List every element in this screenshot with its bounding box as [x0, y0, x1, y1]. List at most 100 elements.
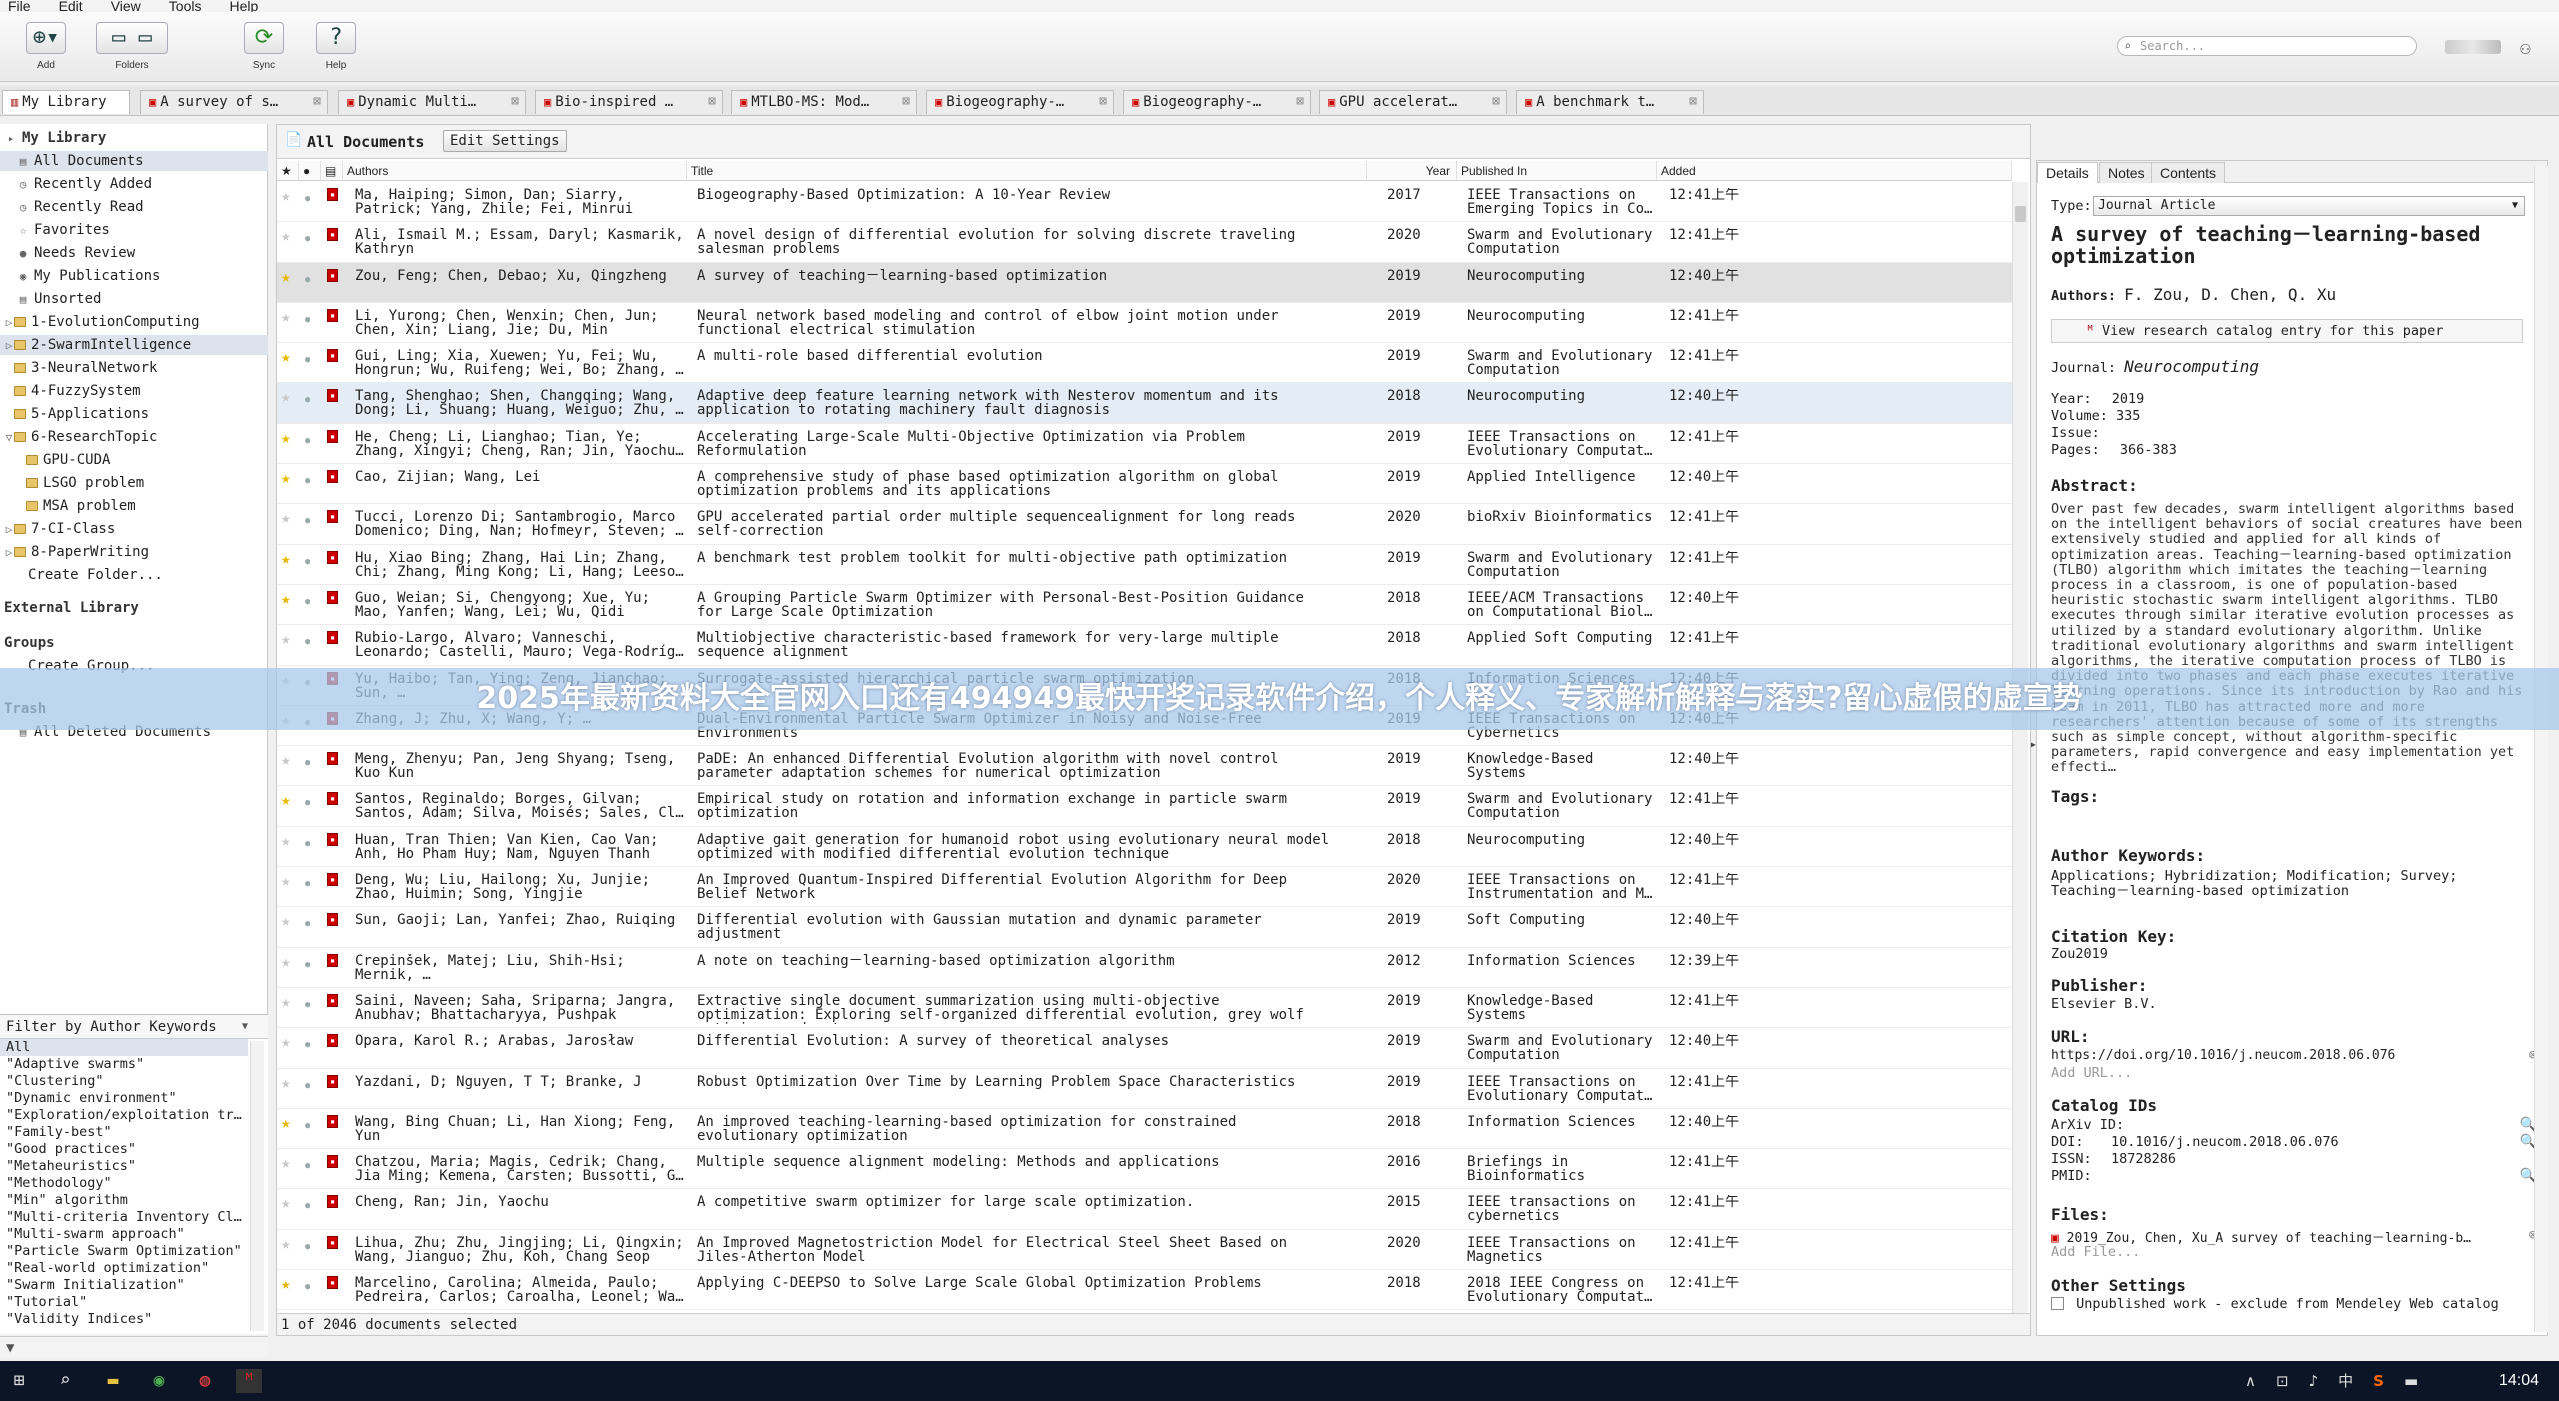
keyword-item[interactable]: "Tutorial": [0, 1294, 248, 1311]
close-icon[interactable]: ⊠: [1099, 91, 1107, 113]
pdf-icon[interactable]: ▪: [327, 228, 338, 242]
sidebar-item-recently-added[interactable]: ◷ Recently Added: [0, 174, 268, 194]
folder-2-swarmintelligence[interactable]: ▷ 2-SwarmIntelligence: [0, 335, 268, 355]
favorite-star-icon[interactable]: ★: [281, 1277, 291, 1291]
keyword-item[interactable]: "Swarm Initialization": [0, 1277, 248, 1294]
table-row[interactable]: ★ ● ▪ Lihua, Zhu; Zhu, Jingjing; Li, Qingxi…: [277, 1230, 2012, 1271]
keywords-value[interactable]: Applications; Hybridization; Modificatio…: [2051, 869, 2521, 899]
year-column[interactable]: Year: [1367, 161, 1457, 181]
pdf-icon[interactable]: ▪: [327, 349, 338, 363]
help-button[interactable]: ? Help: [300, 22, 372, 71]
expand-arrow-icon[interactable]: ▷: [4, 520, 14, 539]
table-row[interactable]: ★ ● ▪ Santos, Reginaldo; Borges, Gilvan; Sa…: [277, 786, 2012, 827]
read-status-icon[interactable]: ●: [305, 756, 310, 770]
filter-select[interactable]: Filter by Author Keywords ▼: [0, 1015, 268, 1039]
read-status-icon[interactable]: ●: [305, 998, 310, 1012]
type-select[interactable]: Journal Article ▼: [2093, 196, 2525, 216]
favorite-star-icon[interactable]: ★: [281, 310, 291, 324]
volume-value[interactable]: 335: [2116, 408, 2140, 424]
close-icon[interactable]: ⊠: [1296, 91, 1304, 113]
favorite-star-icon[interactable]: ★: [281, 511, 291, 525]
table-row[interactable]: ★ ● ▪ Črepinšek, Matej; Liu, Shih-Hsi; Mern…: [277, 948, 2012, 988]
favorite-star-icon[interactable]: ★: [281, 1156, 291, 1170]
tab-3[interactable]: ▣ Bio-inspired … ⊠: [535, 90, 723, 114]
read-status-icon[interactable]: ●: [305, 635, 310, 649]
sidebar-item-favorites[interactable]: ☆ Favorites: [0, 220, 268, 240]
read-status-icon[interactable]: ●: [305, 273, 310, 287]
menu-item-view[interactable]: View: [111, 0, 141, 12]
table-row[interactable]: ★ ● ▪ Sun, Gaoji; Lan, Yanfei; Zhao, Ruiqin…: [277, 907, 2012, 948]
table-row[interactable]: ★ ● ▪ Yazdani, D; Nguyen, T T; Branke, J Rob…: [277, 1069, 2012, 1109]
pdf-icon[interactable]: ▪: [327, 1114, 338, 1128]
pdf-icon[interactable]: ▪: [327, 752, 338, 766]
table-row[interactable]: ★ ● ▪ He, Cheng; Li, Lianghao; Tian, Ye; Zh…: [277, 424, 2012, 465]
favorite-star-icon[interactable]: ★: [281, 1116, 291, 1130]
folder-gpu-cuda[interactable]: GPU-CUDA: [0, 450, 268, 470]
ime-indicator[interactable]: 中: [2338, 1361, 2353, 1401]
abstract-text[interactable]: Over past few decades, swarm intelligent…: [2051, 502, 2527, 774]
filter-scrollbar[interactable]: [250, 1041, 264, 1331]
table-row[interactable]: ★ ● ▪ Ma, Haiping; Simon, Dan; Siarry, Patr…: [277, 182, 2012, 223]
close-icon[interactable]: ⊠: [902, 91, 910, 113]
keyword-item[interactable]: "Multi-criteria Inventory Cl…: [0, 1209, 248, 1226]
sidebar-item-all-documents[interactable]: ▤ All Documents: [0, 151, 268, 171]
close-icon[interactable]: ⊠: [708, 91, 716, 113]
sidebar-item-unsorted[interactable]: ▤ Unsorted: [0, 289, 268, 309]
read-status-icon[interactable]: ●: [305, 313, 310, 327]
pdf-icon[interactable]: ▪: [327, 590, 338, 604]
menu-item-tools[interactable]: Tools: [169, 0, 202, 12]
read-status-icon[interactable]: ●: [305, 1079, 310, 1093]
keyword-item[interactable]: "Exploration/exploitation tr…: [0, 1107, 248, 1124]
published-column[interactable]: Published In: [1457, 161, 1657, 181]
favorite-star-icon[interactable]: ★: [281, 995, 291, 1009]
tab-1[interactable]: ▣ A survey of s… ⊠: [140, 90, 328, 114]
close-icon[interactable]: ⊠: [511, 91, 519, 113]
close-icon[interactable]: ⊠: [1492, 91, 1500, 113]
read-status-icon[interactable]: ●: [305, 595, 310, 609]
favorite-star-icon[interactable]: ★: [281, 350, 291, 364]
keyword-item[interactable]: "Dynamic environment": [0, 1090, 248, 1107]
read-status-icon[interactable]: ●: [305, 514, 310, 528]
network-icon[interactable]: ⊡: [2276, 1361, 2289, 1401]
file-column-icon[interactable]: ▤: [321, 161, 343, 181]
read-column-icon[interactable]: ●: [299, 161, 321, 181]
folder-msa-problem[interactable]: MSA problem: [0, 496, 268, 516]
keyword-item[interactable]: "Multi-swarm approach": [0, 1226, 248, 1243]
pdf-icon[interactable]: ▪: [327, 429, 338, 443]
favorite-star-icon[interactable]: ★: [281, 955, 291, 969]
sogou-ime-icon[interactable]: S: [2373, 1361, 2384, 1401]
table-row[interactable]: ★●▪Piotrowski, Adam P.; Napiorkowski, …S…: [277, 1310, 2012, 1312]
pdf-icon[interactable]: ▪: [327, 993, 338, 1007]
sidebar-item-needs-review[interactable]: ● Needs Review: [0, 243, 268, 263]
table-row[interactable]: ★ ● ▪ Saini, Naveen; Saha, Sriparna; Jangra…: [277, 988, 2012, 1029]
expand-arrow-icon[interactable]: ▷: [4, 336, 14, 355]
pdf-icon[interactable]: ▪: [327, 1074, 338, 1088]
table-row[interactable]: ★ ● ▪ Guo, Weian; Si, Chengyong; Xue, Yu; M…: [277, 585, 2012, 626]
pdf-icon[interactable]: ▪: [327, 792, 338, 806]
pdf-icon[interactable]: ▪: [327, 873, 338, 887]
pdf-icon[interactable]: ▪: [327, 913, 338, 927]
favorite-star-icon[interactable]: ★: [281, 390, 291, 404]
favorite-star-icon[interactable]: ★: [281, 753, 291, 767]
table-row[interactable]: ★ ● ▪ Marcelino, Carolina; Almeida, Paulo; …: [277, 1270, 2012, 1311]
favorite-star-icon[interactable]: ★: [281, 834, 291, 848]
close-icon[interactable]: ⊠: [1689, 91, 1697, 113]
read-status-icon[interactable]: ●: [305, 1119, 310, 1133]
keyword-item[interactable]: "Clustering": [0, 1073, 248, 1090]
pdf-icon[interactable]: ▪: [327, 1235, 338, 1249]
table-row[interactable]: ★ ● ▪ Zou, Feng; Chen, Debao; Xu, Qingzheng…: [277, 262, 2012, 303]
tab-2[interactable]: ▣ Dynamic Multi… ⊠: [338, 90, 526, 114]
file-explorer-icon[interactable]: ▬: [100, 1369, 126, 1393]
folder-lsgo-problem[interactable]: LSGO problem: [0, 473, 268, 493]
expand-arrow-icon[interactable]: ▷: [4, 313, 14, 332]
expand-arrow-icon[interactable]: ▷: [4, 543, 14, 562]
authors-value[interactable]: F. Zou, D. Chen, Q. Xu: [2124, 285, 2336, 304]
sidebar-item-my-publications[interactable]: ◉ My Publications: [0, 266, 268, 286]
pdf-icon[interactable]: ▪: [327, 1195, 338, 1209]
table-row[interactable]: ★ ● ▪ Cheng, Ran; Jin, Yaochu A competitive …: [277, 1189, 2012, 1230]
table-row[interactable]: ★ ● ▪ Hu, Xiao Bing; Zhang, Hai Lin; Zhang,…: [277, 545, 2012, 585]
read-status-icon[interactable]: ●: [305, 1280, 310, 1294]
read-status-icon[interactable]: ●: [305, 393, 310, 407]
unpublished-checkbox[interactable]: [2051, 1297, 2064, 1310]
close-icon[interactable]: ⊠: [313, 91, 321, 113]
